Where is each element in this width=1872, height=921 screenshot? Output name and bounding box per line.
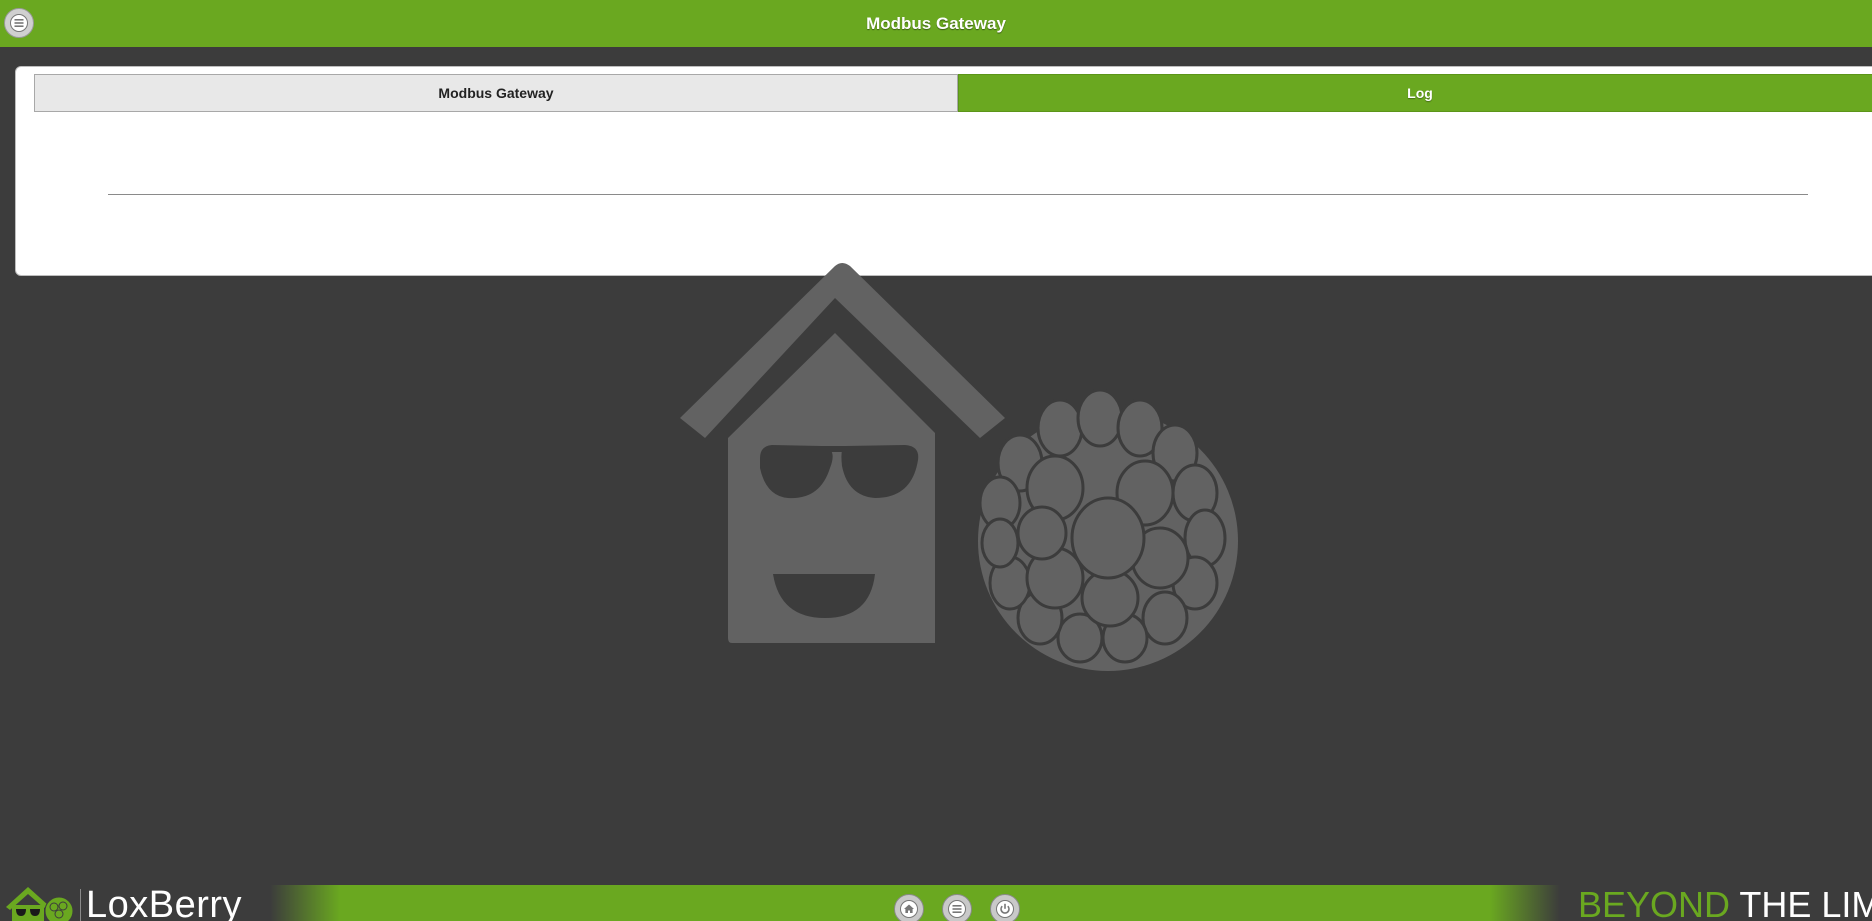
footer-separator	[80, 889, 81, 921]
content-panel: Modbus Gateway Log	[15, 66, 1872, 276]
footer-bar: LoxBerry BEYOND THE LIMIT	[0, 885, 1872, 921]
tagline-part2: THE LIMIT	[1739, 885, 1872, 921]
menu-button-footer[interactable]	[942, 894, 972, 921]
loxberry-logo-icon	[6, 887, 74, 921]
page-title: Modbus Gateway	[866, 13, 1006, 33]
home-icon	[900, 900, 918, 918]
tagline-part1: BEYOND	[1578, 885, 1731, 921]
footer-tagline: BEYOND THE LIMIT	[1578, 885, 1872, 921]
loxberry-house-raspberry-logo	[680, 263, 1238, 671]
tab-modbus-gateway[interactable]: Modbus Gateway	[34, 74, 958, 112]
menu-icon	[948, 900, 966, 918]
footer-brand: LoxBerry	[86, 885, 243, 921]
home-button[interactable]	[894, 894, 924, 921]
header-bar: Modbus Gateway	[0, 0, 1872, 47]
horizontal-divider	[108, 194, 1808, 195]
tab-bar: Modbus Gateway Log	[34, 74, 1872, 112]
power-button[interactable]	[990, 894, 1020, 921]
tab-log[interactable]: Log	[958, 74, 1872, 112]
power-icon	[996, 900, 1014, 918]
hamburger-menu-icon	[10, 14, 28, 32]
menu-button[interactable]	[4, 8, 34, 38]
